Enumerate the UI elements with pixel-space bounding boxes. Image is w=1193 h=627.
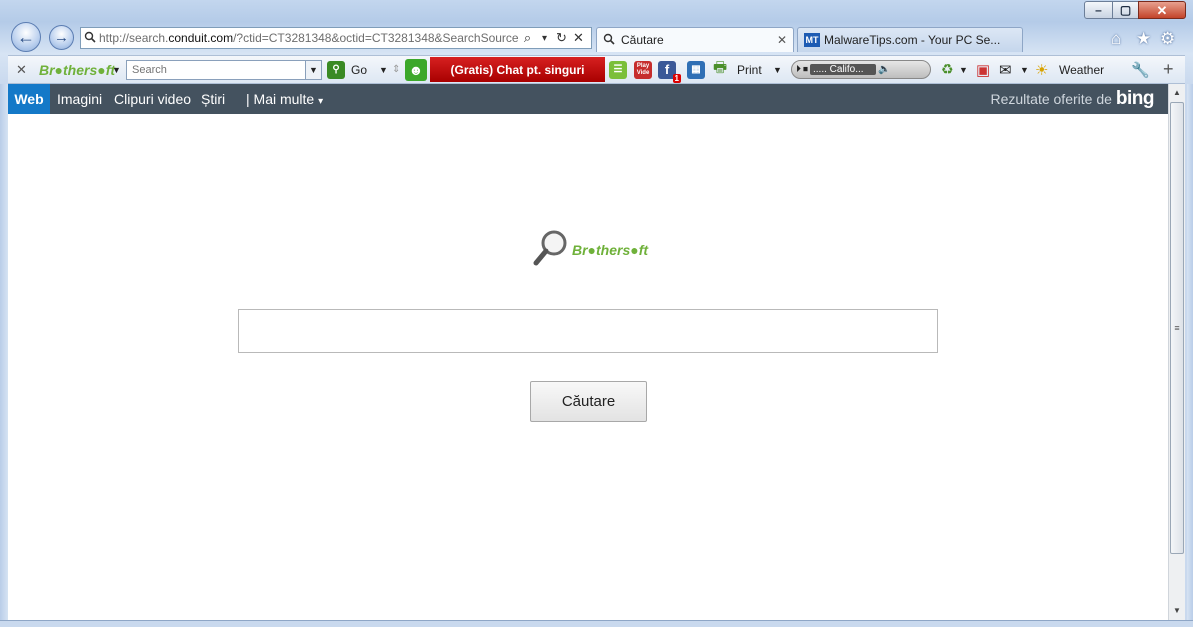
- go-button[interactable]: Go: [351, 56, 367, 83]
- home-icon[interactable]: ⌂: [1111, 29, 1121, 49]
- page-content: [8, 114, 1168, 620]
- nav-clipuri-video[interactable]: Clipuri video: [114, 84, 191, 114]
- chevron-down-icon[interactable]: ▼: [959, 56, 968, 83]
- dropdown-arrow-icon[interactable]: ▾: [536, 33, 553, 44]
- radio-player[interactable]: ⏵ ⏹ ..... Califo... 🔈: [791, 60, 931, 79]
- close-window-button[interactable]: ✕: [1138, 1, 1186, 19]
- close-tab-icon[interactable]: ✕: [777, 33, 787, 47]
- search-go-icon[interactable]: ⚲: [327, 56, 345, 83]
- scroll-up-arrow-icon[interactable]: ▲: [1169, 85, 1185, 101]
- chat-bubble-icon[interactable]: ☰: [609, 56, 627, 83]
- search-icon: [603, 33, 615, 48]
- logo-text: Br●thers●ft: [572, 242, 649, 258]
- printer-icon[interactable]: 🖶: [713, 56, 727, 83]
- scroll-thumb[interactable]: ≡: [1170, 102, 1184, 554]
- facebook-icon[interactable]: f1: [658, 56, 681, 83]
- search-icon[interactable]: ⌕: [519, 30, 536, 46]
- stop-icon[interactable]: ⏹: [803, 64, 808, 75]
- forward-arrow-icon: →: [54, 29, 69, 46]
- conduit-toolbar: ✕ Br●thers●ft ▼ ▼ ⚲ Go ▼ ⇕ ☻ (Gratis) Ch…: [8, 55, 1185, 84]
- nav-mai-multe[interactable]: | Mai multe ▾: [246, 84, 323, 114]
- chevron-down-icon: ▾: [318, 96, 324, 107]
- minimize-icon: –: [1095, 3, 1102, 17]
- malwaretips-favicon-icon: MT: [804, 33, 820, 47]
- address-bar[interactable]: http://search.conduit.com/?ctid=CT328134…: [80, 27, 592, 49]
- refresh-icon[interactable]: ↻: [553, 30, 570, 46]
- search-dropdown-icon[interactable]: ▼: [305, 60, 322, 80]
- page-search-icon: [81, 31, 99, 46]
- facebook-notification-badge: 1: [672, 73, 681, 83]
- play-icon[interactable]: ⏵: [796, 64, 801, 75]
- powered-by-bing: Rezultate oferite de bing: [990, 84, 1154, 114]
- window-frame-left: [0, 84, 8, 627]
- close-icon: ✕: [1156, 2, 1168, 18]
- weather-sun-icon[interactable]: ☀: [1035, 56, 1048, 83]
- chevron-down-icon[interactable]: ▼: [1020, 56, 1029, 83]
- back-button[interactable]: ←: [11, 22, 41, 52]
- favorites-star-icon[interactable]: ★: [1136, 29, 1151, 49]
- brothersoft-search-logo: Br●thers●ft: [530, 228, 650, 270]
- separator-grip-icon: ⇕: [392, 64, 401, 75]
- search-button[interactable]: Căutare: [530, 381, 647, 422]
- main-search-input[interactable]: [238, 309, 938, 353]
- address-url[interactable]: http://search.conduit.com/?ctid=CT328134…: [99, 31, 519, 45]
- chevron-down-icon[interactable]: ▼: [379, 56, 388, 83]
- toolbar-close-icon[interactable]: ✕: [16, 56, 27, 83]
- volume-icon[interactable]: 🔈: [878, 64, 890, 75]
- minimize-button[interactable]: –: [1084, 1, 1113, 19]
- nav-imagini[interactable]: Imagini: [57, 84, 102, 114]
- stop-icon[interactable]: ✕: [570, 30, 587, 46]
- back-arrow-icon: ←: [17, 27, 35, 47]
- mail-icon[interactable]: ✉: [999, 56, 1012, 83]
- bing-logo[interactable]: bing: [1116, 88, 1155, 110]
- scroll-down-arrow-icon[interactable]: ▼: [1169, 603, 1185, 619]
- gear-icon[interactable]: ⚙: [1160, 29, 1175, 49]
- window-frame-right: [1187, 84, 1193, 627]
- maximize-button[interactable]: ▢: [1112, 1, 1139, 19]
- window-frame-bottom: [0, 620, 1193, 627]
- print-button[interactable]: Print: [737, 56, 762, 83]
- wrench-icon[interactable]: 🔧: [1131, 56, 1150, 83]
- tab-malwaretips[interactable]: MT MalwareTips.com - Your PC Se...: [797, 27, 1023, 52]
- translate-icon[interactable]: ▦: [687, 56, 705, 83]
- chevron-down-icon[interactable]: ▼: [112, 56, 121, 83]
- chat-button[interactable]: (Gratis) Chat pt. singuri: [430, 57, 605, 82]
- nav-stiri[interactable]: Știri: [201, 84, 225, 114]
- tab-cautare[interactable]: Căutare ✕: [596, 27, 794, 52]
- powered-by-label: Rezultate oferite de: [990, 91, 1112, 107]
- bag-icon[interactable]: ♻: [941, 56, 954, 83]
- forward-button[interactable]: →: [49, 25, 74, 50]
- magnifier-icon: [533, 230, 567, 266]
- weather-button[interactable]: Weather: [1059, 56, 1104, 83]
- toolbar-search-input[interactable]: [126, 60, 306, 80]
- person-icon[interactable]: ☻: [405, 56, 427, 83]
- radio-station-select[interactable]: ..... Califo...: [810, 64, 876, 75]
- nav-web[interactable]: Web: [8, 84, 50, 114]
- bing-nav-bar: Web Imagini Clipuri video Știri | Mai mu…: [8, 84, 1168, 114]
- chevron-down-icon[interactable]: ▼: [773, 56, 782, 83]
- tab-label: Căutare: [621, 33, 664, 47]
- add-icon[interactable]: +: [1163, 56, 1174, 83]
- brothersoft-logo[interactable]: Br●thers●ft: [39, 56, 115, 83]
- gift-icon[interactable]: ▣: [976, 56, 990, 83]
- maximize-icon: ▢: [1119, 3, 1132, 17]
- vertical-scrollbar[interactable]: ▲ ≡ ▼: [1168, 84, 1185, 620]
- play-video-icon[interactable]: Play Vide: [634, 56, 652, 83]
- tab-label: MalwareTips.com - Your PC Se...: [824, 33, 1001, 47]
